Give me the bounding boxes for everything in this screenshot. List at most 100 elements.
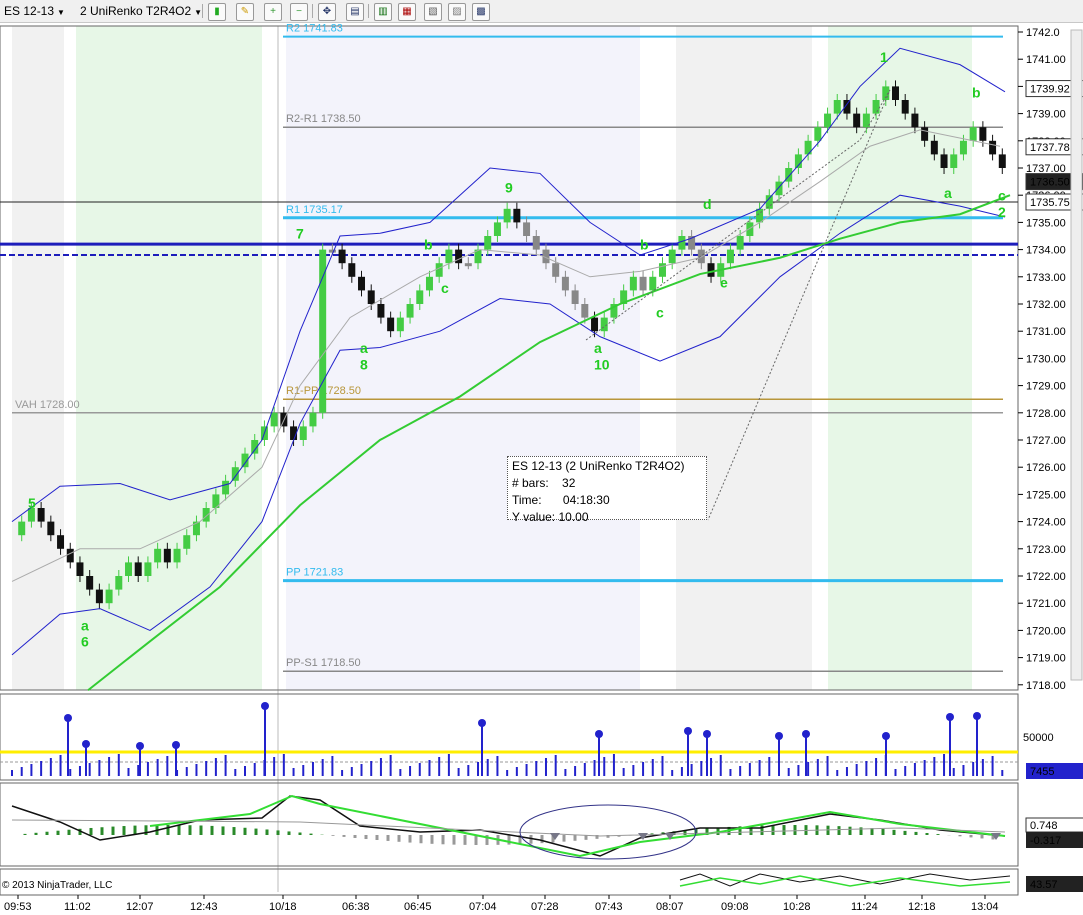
templates-icon[interactable]: ▨ xyxy=(448,3,466,21)
candle-body xyxy=(338,249,346,264)
pencil-icon[interactable]: ✎ xyxy=(236,3,254,21)
chevron-down-icon: ▼ xyxy=(57,8,65,17)
candle-body xyxy=(328,249,336,253)
x-tick-label: 09:53 xyxy=(4,901,32,913)
bar-style-icon[interactable]: ▮ xyxy=(208,3,226,21)
x-tick-label: 11:24 xyxy=(851,901,878,913)
x-tick-label: 12:43 xyxy=(190,901,218,913)
candle-body xyxy=(18,521,26,536)
volume-spike-dot xyxy=(64,714,72,722)
volume-spike-dot xyxy=(802,730,810,738)
y-tick-label: 1722.00 xyxy=(1026,571,1066,583)
candle-body xyxy=(37,508,45,522)
wave-label: 2 xyxy=(998,204,1006,220)
wave-label: c xyxy=(441,280,449,296)
candle-body xyxy=(629,276,637,291)
zoom-out-icon[interactable]: − xyxy=(290,3,308,21)
y-tick-label: 1735.00 xyxy=(1026,217,1066,229)
y-tick-label: 1728.00 xyxy=(1026,408,1066,420)
candle-body xyxy=(464,263,472,267)
strategies-icon[interactable]: ▦ xyxy=(398,3,416,21)
highlight-ellipse xyxy=(519,804,697,860)
pivot-level-label: PP 1721.83 xyxy=(286,567,343,579)
tooltip-bars-value: 32 xyxy=(562,476,576,490)
candle-body xyxy=(425,276,433,291)
candle-body xyxy=(125,562,132,576)
candle-body xyxy=(911,113,919,128)
volume-spike-dot xyxy=(478,719,486,727)
tooltip-time-value: 04:18:30 xyxy=(562,493,610,507)
candle-body xyxy=(571,290,579,304)
tooltip-bars-row: # bars: 32 xyxy=(512,475,702,492)
x-tick-label: 09:08 xyxy=(721,901,749,913)
candle-body xyxy=(222,480,230,495)
properties-icon[interactable]: ▤ xyxy=(346,3,364,21)
instrument-selector[interactable]: ES 12-13 ▼ xyxy=(4,3,65,19)
candle-body xyxy=(377,304,385,318)
candle-body xyxy=(697,249,705,264)
y-tick-label: 1730.00 xyxy=(1026,353,1066,365)
y-tick-label: 1725.00 xyxy=(1026,489,1066,501)
wave-label: a xyxy=(594,340,602,356)
x-tick-label: 07:04 xyxy=(469,901,497,913)
candle-body xyxy=(503,208,511,223)
volume-spike-dot xyxy=(946,713,954,721)
volume-spike-dot xyxy=(595,730,603,738)
candle-body xyxy=(989,140,997,155)
zoom-in-icon[interactable]: + xyxy=(264,3,282,21)
candle-body xyxy=(523,222,531,236)
wave-label: e xyxy=(720,275,728,291)
volume-spike-dot xyxy=(703,730,711,738)
volume-spike-dot xyxy=(261,702,269,710)
candle-body xyxy=(358,276,366,291)
candle-body xyxy=(513,208,521,223)
candle-body xyxy=(86,576,94,590)
candle-body xyxy=(66,548,74,563)
wave-label: a xyxy=(81,617,89,633)
wave-label: 7 xyxy=(296,226,304,242)
oscillator-zero-line xyxy=(11,819,1006,837)
candle-body xyxy=(406,304,414,318)
candle-body xyxy=(319,249,327,413)
bar-type-selector[interactable]: 2 UniRenko T2R4O2 ▼ xyxy=(80,3,202,19)
candle-body xyxy=(493,222,501,236)
x-tick-label: 07:43 xyxy=(595,901,623,913)
candle-body xyxy=(756,208,764,223)
candle-body xyxy=(668,249,676,264)
price-flag-label: 1736.50 xyxy=(1030,177,1070,189)
candle-body xyxy=(163,548,171,563)
candle-body xyxy=(824,113,832,128)
crosshair-icon[interactable]: ✥ xyxy=(318,3,336,21)
y-tick-label: 1724.00 xyxy=(1026,517,1066,529)
chart-style-icon[interactable]: ▧ xyxy=(424,3,442,21)
indicators-icon[interactable]: ▥ xyxy=(374,3,392,21)
chevron-down-icon: ▼ xyxy=(194,8,203,17)
pivot-level-label: VAH 1728.00 xyxy=(15,399,80,411)
wave-label: c xyxy=(656,305,664,321)
data-tooltip: ES 12-13 (2 UniRenko T2R4O2) # bars: 32 … xyxy=(507,456,707,524)
x-tick-label: 08:07 xyxy=(656,901,684,913)
candle-body xyxy=(561,276,569,291)
candle-body xyxy=(348,263,356,277)
price-flag-label: 1735.75 xyxy=(1030,197,1070,209)
x-tick-label: 07:28 xyxy=(531,901,559,913)
candle-body xyxy=(309,412,317,427)
candle-body xyxy=(921,127,929,141)
wave-label: a xyxy=(944,185,952,201)
tooltip-title: ES 12-13 (2 UniRenko T2R4O2) xyxy=(512,459,685,473)
candle-body xyxy=(552,263,560,277)
wave-label: c xyxy=(998,188,1006,204)
volume-spike-dot xyxy=(172,741,180,749)
data-box-icon[interactable]: ▩ xyxy=(472,3,490,21)
y-tick-label: 1726.00 xyxy=(1026,462,1066,474)
candle-body xyxy=(95,589,103,604)
candle-body xyxy=(726,249,734,264)
instrument-label: ES 12-13 xyxy=(4,4,55,18)
chart-toolbar: ES 12-13 ▼ 2 UniRenko T2R4O2 ▼ ▮ ✎ + − ✥ ▤… xyxy=(0,0,1083,23)
toolbar-divider xyxy=(202,4,203,18)
candle-body xyxy=(901,100,909,114)
x-tick-label: 10/18 xyxy=(269,901,297,913)
candle-body xyxy=(154,548,162,563)
y-tick-label: 1727.00 xyxy=(1026,435,1066,447)
bottom-indicator-flag-label: 43.57 xyxy=(1030,879,1058,891)
